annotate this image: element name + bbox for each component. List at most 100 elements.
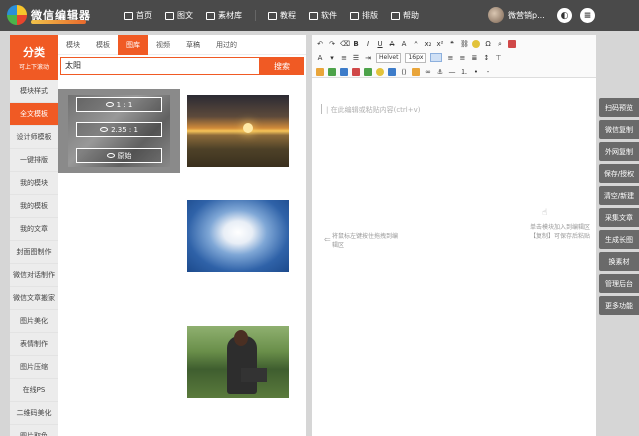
ratio-235-1-button[interactable]: 2.35 : 1	[76, 122, 162, 137]
admin-button[interactable]: 管理后台	[599, 274, 639, 293]
dash-icon[interactable]: ‐	[484, 68, 492, 76]
eraser-icon[interactable]: ⌫	[340, 40, 350, 48]
underline-icon[interactable]: U	[376, 40, 384, 48]
category-item[interactable]: 封面图制作	[10, 241, 58, 264]
category-item[interactable]: 我的模块	[10, 172, 58, 195]
link-icon[interactable]: ⛓	[460, 40, 469, 48]
category-item[interactable]: 微信对话制作	[10, 264, 58, 287]
font-color-icon[interactable]: A	[316, 54, 324, 62]
nav-tutorial[interactable]: 教程	[255, 10, 296, 21]
align-options-icon[interactable]: ≡	[340, 54, 348, 62]
tab-module[interactable]: 模块	[58, 35, 88, 55]
logo-icon	[7, 5, 27, 25]
external-copy-button[interactable]: 外网复制	[599, 142, 639, 161]
category-item-active[interactable]: 全文模板	[10, 103, 58, 126]
category-item[interactable]: 二维码美化	[10, 402, 58, 425]
toolbar-row-2: A ▾ ≡ ☰ ⇥ Helvet 16px ≡ ≡ ≣ ↕ ⊤	[316, 51, 592, 64]
code-icon[interactable]: ⟨⟩	[400, 68, 408, 76]
nav-layout[interactable]: 排版	[350, 10, 378, 21]
emoji-icon[interactable]	[472, 39, 480, 48]
subscript-icon[interactable]: x₂	[424, 40, 432, 48]
image-icon[interactable]	[316, 67, 324, 76]
strike-icon[interactable]: A	[388, 40, 396, 48]
category-item[interactable]: 设计师模板	[10, 126, 58, 149]
nav-home[interactable]: 首页	[124, 10, 152, 21]
category-item[interactable]: 在线PS	[10, 379, 58, 402]
category-item[interactable]: 模块样式	[10, 80, 58, 103]
format-icon[interactable]: A	[400, 40, 408, 48]
nav-article[interactable]: 图文	[165, 10, 193, 21]
gif-icon[interactable]	[376, 67, 384, 76]
line-height-icon[interactable]: ↕	[482, 54, 490, 62]
redo-icon[interactable]: ↷	[328, 40, 336, 48]
align-center-icon[interactable]: ≡	[446, 54, 454, 62]
collect-article-button[interactable]: 采集文章	[599, 208, 639, 227]
tab-gallery[interactable]: 图库	[118, 34, 148, 55]
superscript-icon[interactable]: x²	[436, 40, 444, 48]
category-item[interactable]: 表情制作	[10, 333, 58, 356]
bg-color-icon[interactable]: ▾	[328, 54, 336, 62]
more-functions-button[interactable]: 更多功能	[599, 296, 639, 315]
theme-toggle-icon[interactable]: ◐	[557, 8, 572, 23]
justify-icon[interactable]: ≣	[470, 54, 478, 62]
tab-used[interactable]: 用过的	[208, 35, 245, 55]
more-format-icon[interactable]: ⊤	[494, 54, 502, 62]
map-icon[interactable]	[364, 67, 372, 76]
ordered-list-icon[interactable]: ⒈	[460, 68, 468, 76]
original-size-button[interactable]: 原始	[76, 148, 162, 163]
omega-icon[interactable]: Ω	[484, 40, 492, 48]
undo-icon[interactable]: ↶	[316, 40, 324, 48]
italic-icon[interactable]: I	[364, 40, 372, 48]
image-thumbnail-hover[interactable]: 1 : 1 2.35 : 1 原始	[58, 89, 180, 173]
category-item[interactable]: 微信文章搬家	[10, 287, 58, 310]
indent-icon[interactable]: ⇥	[364, 54, 372, 62]
tab-video[interactable]: 视频	[148, 35, 178, 55]
nav-software[interactable]: 软件	[309, 10, 337, 21]
search-button[interactable]: 搜索	[260, 57, 304, 75]
long-image-button[interactable]: 生成长图	[599, 230, 639, 249]
image-thumbnail-man[interactable]	[187, 326, 289, 398]
table-icon[interactable]	[388, 67, 396, 76]
font-size-select[interactable]: 16px	[405, 52, 427, 63]
nav-help[interactable]: 帮助	[391, 10, 419, 21]
category-item[interactable]: 图片取色	[10, 425, 58, 436]
template-icon[interactable]	[412, 67, 420, 76]
menu-icon[interactable]: ≡	[580, 8, 595, 23]
category-item[interactable]: 我的文章	[10, 218, 58, 241]
list-icon[interactable]: ☰	[352, 54, 360, 62]
caps-icon[interactable]: ᴬ	[412, 40, 420, 48]
ratio-1-1-button[interactable]: 1 : 1	[76, 97, 162, 112]
video-icon[interactable]	[340, 67, 348, 76]
logo[interactable]: 微信编辑器	[7, 5, 91, 25]
clear-new-button[interactable]: 清空/新建	[599, 186, 639, 205]
tab-template[interactable]: 模板	[88, 35, 118, 55]
category-item[interactable]: 一键排版	[10, 149, 58, 172]
user-profile[interactable]: 微营销p...	[488, 7, 545, 23]
scan-preview-button[interactable]: 扫码预览	[599, 98, 639, 117]
quote-icon[interactable]: ❝	[448, 40, 456, 48]
font-family-select[interactable]: Helvet	[376, 52, 402, 63]
align-right-icon[interactable]: ≡	[458, 54, 466, 62]
align-left-icon[interactable]	[430, 53, 443, 62]
editor-placeholder[interactable]: | 在此编辑或粘贴内容(ctrl+v)	[320, 104, 420, 115]
category-item[interactable]: 图片压缩	[10, 356, 58, 379]
search-input[interactable]: 太阳	[60, 57, 260, 75]
nav-library[interactable]: 素材库	[206, 10, 242, 21]
category-item[interactable]: 图片美化	[10, 310, 58, 333]
tab-draft[interactable]: 草稿	[178, 35, 208, 55]
link2-icon[interactable]: ∞	[424, 68, 432, 76]
save-authorize-button[interactable]: 保存/授权	[599, 164, 639, 183]
wechat-copy-button[interactable]: 微信复制	[599, 120, 639, 139]
bold-icon[interactable]: B	[352, 40, 360, 48]
category-item[interactable]: 我的模板	[10, 195, 58, 218]
multi-image-icon[interactable]	[328, 67, 336, 76]
unordered-list-icon[interactable]: •	[472, 68, 480, 76]
line-icon[interactable]: —	[448, 68, 456, 76]
anchor-icon[interactable]: ⚓	[436, 68, 444, 76]
swap-material-button[interactable]: 换素材	[599, 252, 639, 271]
image-thumbnail-sunset[interactable]	[187, 95, 289, 167]
clear-icon[interactable]	[508, 39, 516, 48]
audio-icon[interactable]	[352, 67, 360, 76]
search-replace-icon[interactable]: ⌕	[496, 40, 504, 48]
image-thumbnail-sky[interactable]	[187, 200, 289, 272]
